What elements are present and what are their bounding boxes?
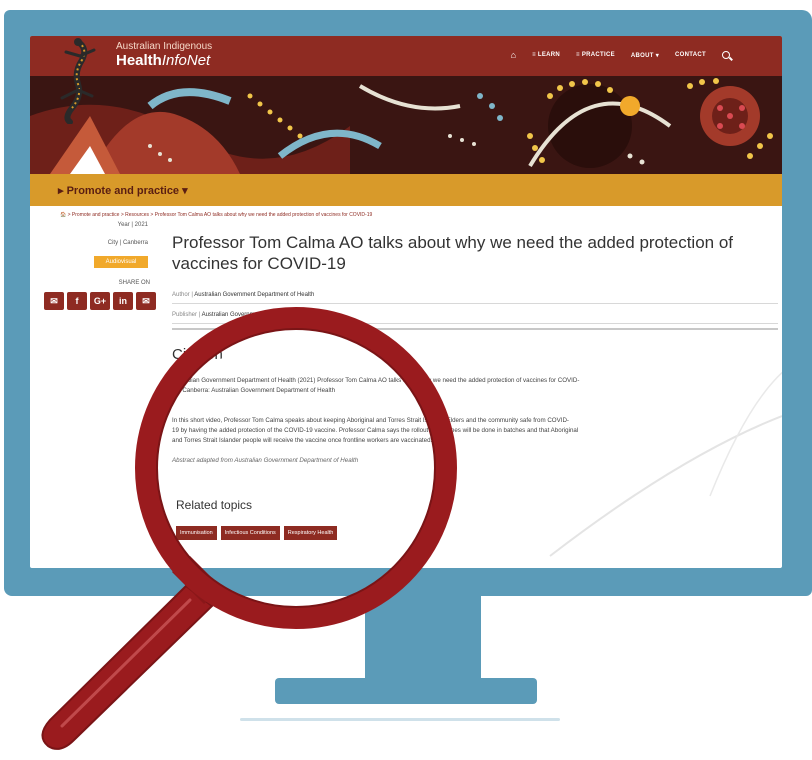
monitor-stand-base xyxy=(275,678,537,704)
decorative-swoosh xyxy=(549,371,782,557)
monitor-stand-neck xyxy=(365,596,481,680)
desk-line xyxy=(240,718,560,721)
monitor-screen: Australian Indigenous HealthInfoNet ⌂ ≡ … xyxy=(30,36,782,568)
